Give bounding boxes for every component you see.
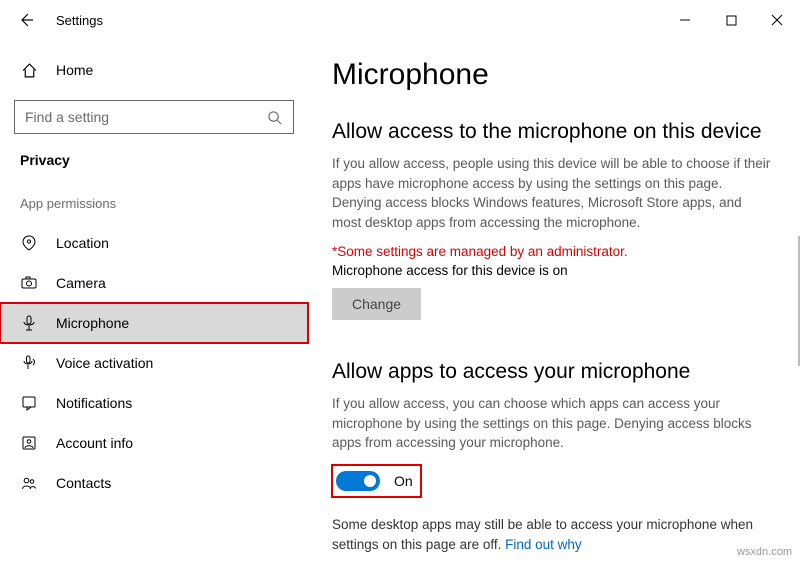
toggle-knob [364,475,376,487]
section-desc: If you allow access, people using this d… [332,154,772,232]
sidebar-section: App permissions [0,188,308,223]
location-icon [20,234,38,252]
camera-icon [20,274,38,292]
sidebar-item-label: Camera [56,275,106,291]
search-input[interactable]: Find a setting [14,100,294,134]
back-button[interactable] [8,2,44,38]
titlebar: Settings [0,0,800,40]
sidebar-item-voice-activation[interactable]: Voice activation [0,343,308,383]
find-out-why-link[interactable]: Find out why [505,537,582,552]
sidebar-item-microphone[interactable]: Microphone [0,303,308,343]
sidebar-item-label: Account info [56,435,133,451]
voice-icon [20,354,38,372]
account-icon [20,434,38,452]
window-title: Settings [56,13,103,28]
sidebar-item-label: Microphone [56,315,129,331]
sidebar-item-location[interactable]: Location [0,223,308,263]
sidebar-item-label: Voice activation [56,355,153,371]
sidebar-item-camera[interactable]: Camera [0,263,308,303]
search-icon [265,108,283,126]
app-access-toggle-row: On [332,465,421,497]
sidebar-home[interactable]: Home [0,50,308,90]
page-title: Microphone [332,58,776,92]
section-heading-app-access: Allow apps to access your microphone [332,360,776,384]
maximize-button[interactable] [708,4,754,36]
sidebar-item-label: Notifications [56,395,132,411]
microphone-icon [20,314,38,332]
arrow-left-icon [17,11,35,29]
contacts-icon [20,474,38,492]
sidebar-item-notifications[interactable]: Notifications [0,383,308,423]
search-placeholder: Find a setting [25,109,265,125]
sidebar-home-label: Home [56,62,93,78]
section-heading-device-access: Allow access to the microphone on this d… [332,120,776,144]
sidebar-category: Privacy [0,148,308,188]
sidebar-item-contacts[interactable]: Contacts [0,463,308,503]
window-controls [662,4,800,36]
section-desc: If you allow access, you can choose whic… [332,394,772,453]
footnote: Some desktop apps may still be able to a… [332,515,772,554]
notification-icon [20,394,38,412]
device-access-status: Microphone access for this device is on [332,263,776,278]
minimize-button[interactable] [662,4,708,36]
watermark: wsxdn.com [737,546,792,558]
sidebar: Home Find a setting Privacy App permissi… [0,40,308,562]
sidebar-item-label: Location [56,235,109,251]
admin-warning: *Some settings are managed by an adminis… [332,244,776,259]
app-access-toggle[interactable] [336,471,380,491]
sidebar-item-label: Contacts [56,475,111,491]
close-button[interactable] [754,4,800,36]
home-icon [20,61,38,79]
change-button[interactable]: Change [332,288,421,320]
content-panel: Microphone Allow access to the microphon… [308,40,800,562]
toggle-state-label: On [394,473,413,489]
sidebar-item-account-info[interactable]: Account info [0,423,308,463]
